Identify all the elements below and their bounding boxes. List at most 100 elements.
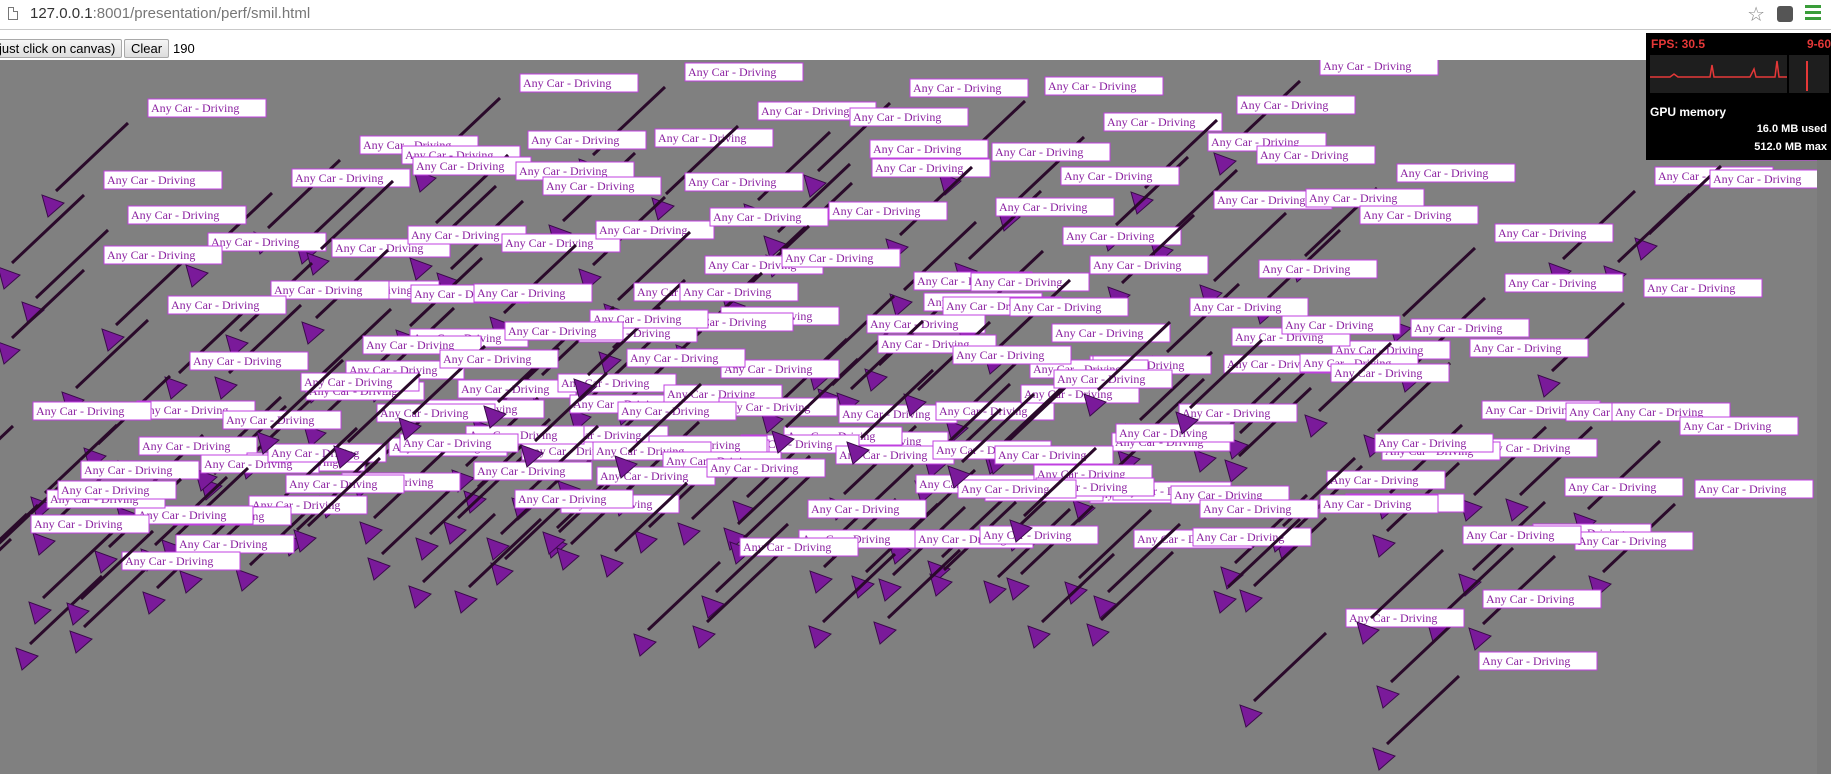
car-label: Any Car - Driving: [1240, 98, 1328, 112]
car-icon: [809, 570, 833, 594]
car-label: Any Car - Driving: [518, 492, 606, 506]
car-label: Any Car - Driving: [1196, 530, 1284, 544]
car-icon: [1064, 581, 1088, 605]
car-label: Any Car - Driving: [34, 517, 122, 531]
car-label: Any Car - Driving: [600, 469, 688, 483]
car-label: Any Car - Driving: [289, 477, 377, 491]
car-label: Any Car - Driving: [140, 403, 228, 417]
car-icon: [634, 530, 658, 554]
car-path-line: [0, 424, 15, 441]
car-icon: [21, 301, 45, 325]
car-label: Any Car - Driving: [125, 554, 213, 568]
car-icon: [0, 267, 21, 290]
car-icon: [69, 630, 93, 654]
car-label: Any Car - Driving: [1013, 300, 1101, 314]
car-label: Any Car - Driving: [1486, 592, 1574, 606]
car-label: Any Car - Driving: [519, 164, 607, 178]
address-bar[interactable]: 127.0.0.1:8001/presentation/perf/smil.ht…: [0, 0, 1831, 30]
car-icon: [633, 633, 657, 657]
car-label: Any Car - Driving: [295, 171, 383, 185]
car-icon: [15, 647, 39, 671]
car-label: Any Car - Driving: [599, 223, 687, 237]
car-icon: [1468, 627, 1492, 651]
car-path-line: [1252, 631, 1328, 703]
car-label: Any Car - Driving: [658, 131, 746, 145]
performance-hud: FPS: 30.5 9-60 GPU memory 16.0 MB used 5…: [1646, 33, 1831, 160]
car-label: Any Car - Driving: [761, 104, 849, 118]
car-label: Any Car - Driving: [1048, 79, 1136, 93]
car-label: Any Car - Driving: [107, 173, 195, 187]
car-label: Any Car - Driving: [138, 508, 226, 522]
car-icon: [1372, 747, 1396, 771]
car-icon: [454, 590, 478, 614]
car-label: Any Car - Driving: [151, 101, 239, 115]
car-label: Any Car - Driving: [171, 298, 259, 312]
car-path-line: [839, 463, 915, 535]
car-label: Any Car - Driving: [1378, 436, 1466, 450]
car-label: Any Car - Driving: [1647, 281, 1735, 295]
car-label: Any Car - Driving: [1414, 321, 1502, 335]
car-label: Any Car - Driving: [713, 210, 801, 224]
car-path-line: [114, 255, 190, 327]
gpu-memory-used: 16.0 MB used: [1756, 123, 1827, 135]
animation-canvas[interactable]: Any Car - Driving Any Car - Driving Any Ca…: [0, 60, 1831, 774]
car-icon: [66, 602, 90, 626]
cars-layer: Any Car - Driving Any Car - Driving Any Ca…: [0, 60, 1831, 771]
car-label: Any Car - Driving: [107, 248, 195, 262]
hamburger-menu-icon[interactable]: [1805, 5, 1821, 23]
car-label: Any Car - Driving: [1473, 341, 1561, 355]
car-label: Any Car - Driving: [1064, 169, 1152, 183]
car-icon: [803, 174, 827, 198]
clear-button[interactable]: Clear: [124, 39, 170, 58]
car-label: Any Car - Driving: [853, 110, 941, 124]
car-label: Any Car - Driving: [1498, 226, 1586, 240]
car-label: Any Car - Driving: [974, 275, 1062, 289]
car-label: Any Car - Driving: [1093, 258, 1181, 272]
car-icon: [1505, 498, 1529, 522]
car-label: Any Car - Driving: [416, 159, 504, 173]
car-label: Any Car - Driving: [1568, 480, 1656, 494]
car-label: Any Car - Driving: [1683, 419, 1771, 433]
car-label: Any Car - Driving: [743, 540, 831, 554]
car-label: Any Car - Driving: [998, 448, 1086, 462]
car-sprite: Any Car - Driving: [0, 489, 166, 542]
car-label: Any Car - Driving: [1182, 406, 1270, 420]
car-label: Any Car - Driving: [1330, 473, 1418, 487]
bookmark-star-icon[interactable]: ☆: [1747, 3, 1765, 25]
car-icon: [600, 554, 624, 578]
car-path-line: [34, 228, 110, 300]
car-icon: [692, 625, 716, 649]
car-sprite: Any Car - Driving: [1027, 529, 1253, 649]
car-sprite: Any Car - Driving: [1376, 589, 1602, 709]
car-path-line: [1616, 192, 1692, 264]
car-label: Any Car - Driving: [1066, 229, 1154, 243]
car-path-line: [0, 512, 29, 542]
add-car-button[interactable]: just click on canvas): [0, 39, 123, 58]
car-icon: [32, 532, 56, 556]
car-label: Any Car - Driving: [179, 537, 267, 551]
car-label: Any Car - Driving: [1363, 208, 1451, 222]
fps-readout: FPS: 30.5: [1651, 37, 1706, 51]
car-label: Any Car - Driving: [811, 502, 899, 516]
car-icon: [1213, 152, 1237, 176]
car-label: Any Car - Driving: [380, 406, 468, 420]
car-label: Any Car - Driving: [1713, 172, 1801, 186]
car-icon: [185, 264, 209, 288]
car-label: Any Car - Driving: [1119, 426, 1207, 440]
car-icon: [1458, 573, 1482, 597]
car-label: Any Car - Driving: [873, 142, 961, 156]
car-icon: [1213, 590, 1237, 614]
car-icon: [1006, 577, 1030, 601]
page-scrollbar[interactable]: [1817, 160, 1831, 774]
car-icon: [1376, 685, 1400, 709]
car-label: Any Car - Driving: [1698, 482, 1786, 496]
car-icon: [677, 522, 701, 546]
car-label: Any Car - Driving: [131, 208, 219, 222]
car-icon: [214, 376, 238, 400]
extension-icon[interactable]: [1777, 6, 1793, 22]
car-icon: [490, 562, 514, 586]
url-text[interactable]: 127.0.0.1:8001/presentation/perf/smil.ht…: [30, 5, 310, 23]
car-label: Any Car - Driving: [1466, 528, 1554, 542]
car-label: Any Car - Driving: [1055, 326, 1143, 340]
car-label: Any Car - Driving: [274, 283, 362, 297]
